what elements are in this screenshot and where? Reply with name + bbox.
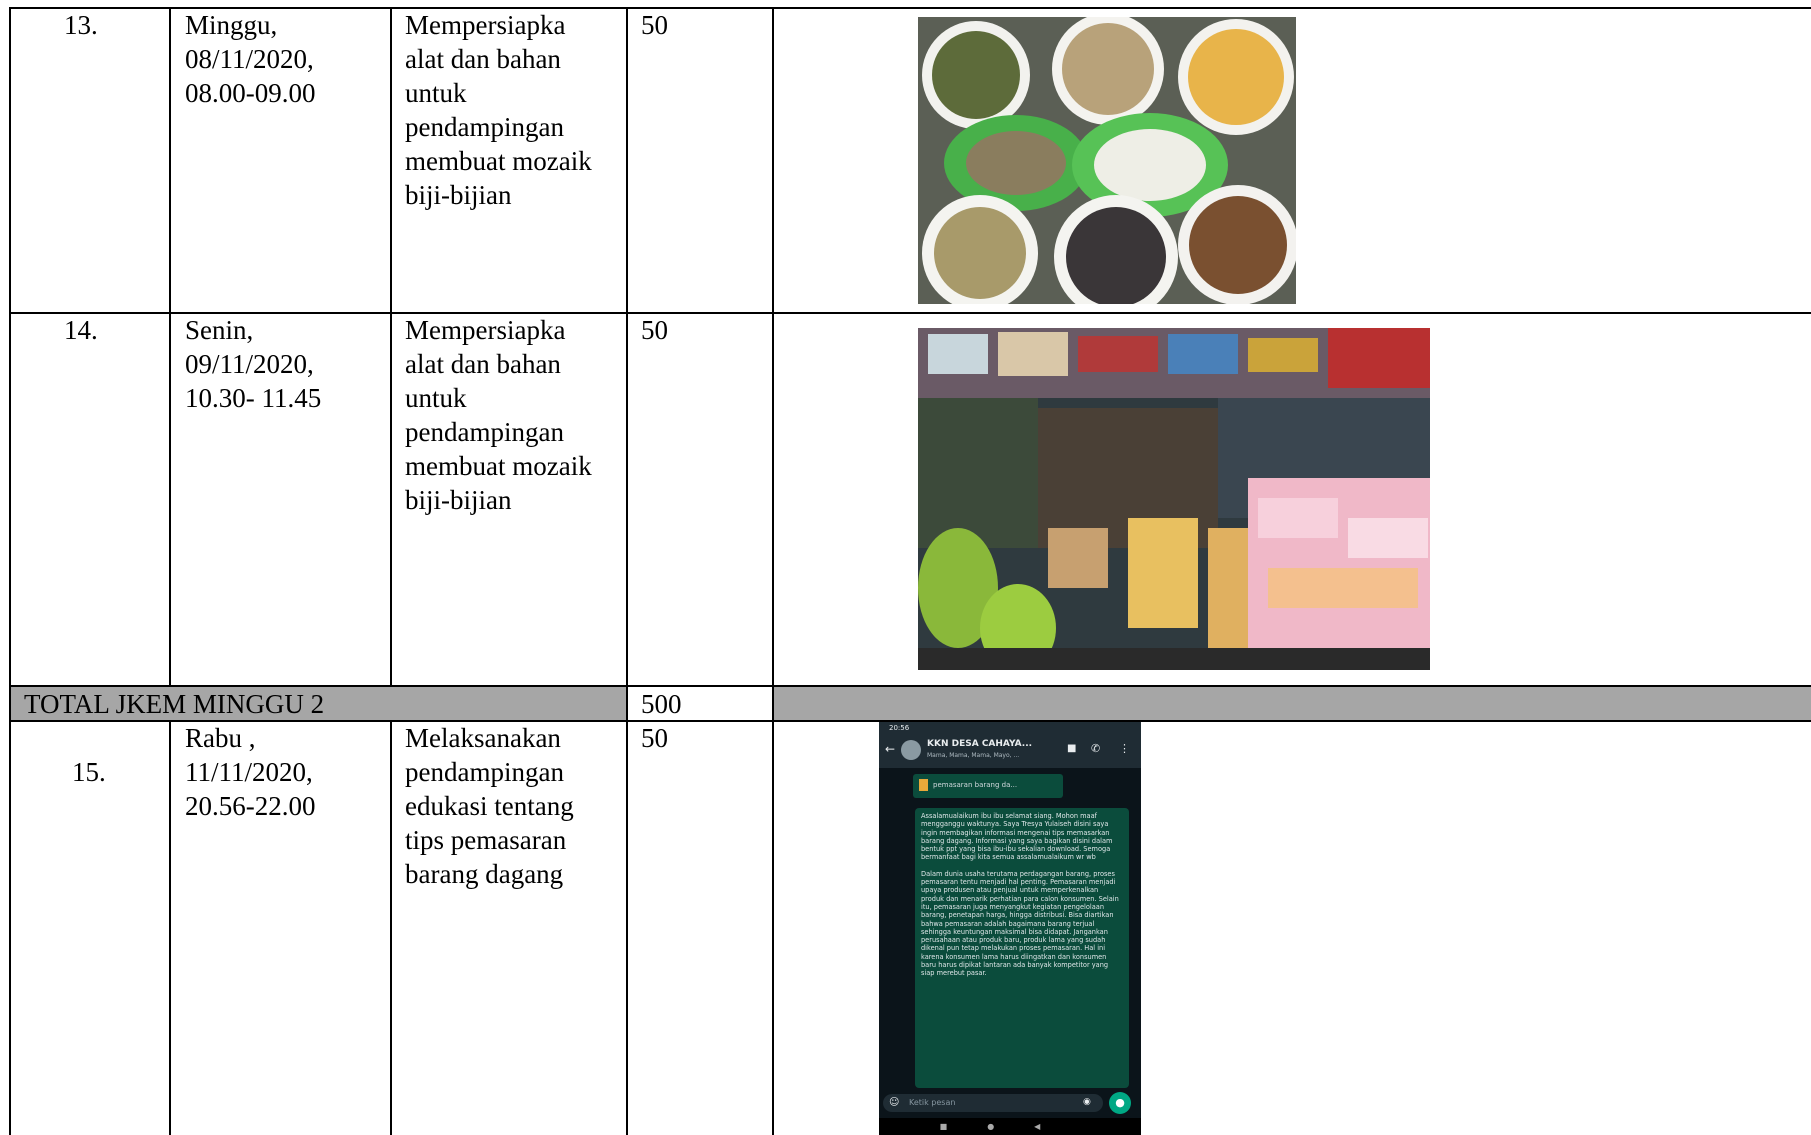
row-14-activity: Mempersiapka alat dan bahan untuk pendam…: [405, 315, 592, 515]
menu-icon: ⋮: [1119, 742, 1130, 755]
emoji-icon: ☺: [889, 1097, 900, 1108]
message-paragraph-2: Dalam dunia usaha terutama perdagangan b…: [921, 869, 1119, 978]
document-name: pemasaran barang da...: [933, 781, 1018, 789]
chat-header: ← KKN DESA CAHAYA... Mama, Mama, Mama, M…: [879, 734, 1141, 768]
chat-status-bar: 20:56: [879, 722, 1141, 734]
document-message: pemasaran barang da...: [913, 774, 1063, 798]
chat-message-bubble: Assalamualaikum ibu ibu selamat siang. M…: [915, 808, 1129, 1088]
row-15-activity: Melaksanakan pendampingan edukasi tentan…: [405, 723, 574, 889]
row-13-activity: Mempersiapka alat dan bahan untuk pendam…: [405, 10, 592, 210]
group-avatar: [901, 740, 921, 760]
column-divider-activity-row15: [390, 720, 392, 1135]
row-15-jkem: 50: [641, 723, 668, 753]
whatsapp-chat-screenshot: 20:56 ← KKN DESA CAHAYA... Mama, Mama, M…: [879, 722, 1141, 1135]
message-input-placeholder: Ketik pesan: [909, 1098, 956, 1107]
back-arrow-icon: ←: [885, 742, 896, 756]
total-row-background-right: [773, 686, 1811, 720]
row-13-number: 13.: [64, 10, 98, 40]
total-row-top-border: [9, 685, 1811, 687]
group-members: Mama, Mama, Mama, Mayo, ...: [927, 752, 1020, 759]
android-nav-bar: ■●◀: [879, 1118, 1141, 1135]
row-13-bottom-border: [9, 312, 1811, 314]
table-border-top: [9, 7, 1811, 9]
row-13-jkem: 50: [641, 10, 668, 40]
row-15-number: 15.: [72, 757, 106, 787]
total-label: TOTAL JKEM MINGGU 2: [24, 689, 325, 719]
row-14-date: Senin, 09/11/2020, 10.30- 11.45: [185, 315, 322, 413]
column-divider-date: [169, 7, 171, 686]
message-paragraph-1: Assalamualaikum ibu ibu selamat siang. M…: [921, 812, 1113, 862]
column-divider-activity: [390, 7, 392, 686]
row-14-jkem: 50: [641, 315, 668, 345]
total-row-bottom-border: [9, 720, 1811, 722]
video-call-icon: ■: [1067, 743, 1077, 754]
mic-icon: ●: [1109, 1092, 1131, 1114]
row-14-number: 14.: [64, 315, 98, 345]
column-divider-documentation: [772, 7, 774, 1135]
phone-icon: ✆: [1091, 742, 1101, 755]
table-border-left: [9, 7, 11, 1135]
row-13-date: Minggu, 08/11/2020, 08.00-09.00: [185, 10, 316, 108]
group-title: KKN DESA CAHAYA...: [927, 739, 1033, 749]
column-divider-date-row15: [169, 720, 171, 1135]
status-time: 20:56: [889, 724, 910, 732]
document-icon: [919, 779, 928, 791]
row-15-date: Rabu , 11/11/2020, 20.56-22.00: [185, 723, 316, 821]
grocery-shop-photo: [918, 328, 1430, 670]
message-input: ☺ Ketik pesan ◉: [883, 1094, 1103, 1112]
seeds-photo: [918, 17, 1296, 304]
column-divider-jkem: [626, 7, 628, 1135]
total-value: 500: [641, 689, 682, 719]
camera-icon: ◉: [1083, 1097, 1091, 1107]
